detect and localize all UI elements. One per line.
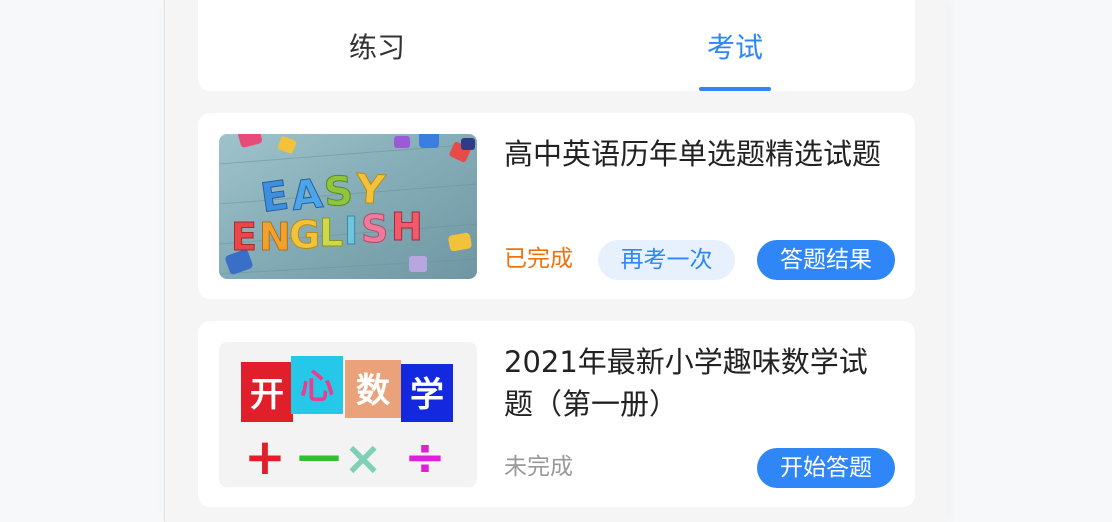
tab-practice[interactable]: 练习 bbox=[198, 0, 556, 91]
tab-practice-label: 练习 bbox=[348, 30, 405, 64]
math-tile-3: 数 bbox=[356, 371, 390, 411]
svg-text:I: I bbox=[344, 209, 358, 253]
divide-symbol: ÷ bbox=[404, 428, 446, 486]
plus-symbol: + bbox=[244, 428, 286, 486]
tab-exam-label: 考试 bbox=[706, 30, 763, 64]
exam-card-math[interactable]: 开 心 数 学 + — × ÷ 2021年最新小学趣味数学试题（第一册） 未完成… bbox=[198, 321, 915, 507]
math-tile-1: 开 bbox=[250, 375, 284, 415]
tab-bar: 练习 考试 bbox=[198, 0, 915, 91]
exam-status-completed: 已完成 bbox=[504, 246, 573, 272]
exam-thumbnail-math: 开 心 数 学 + — × ÷ bbox=[219, 342, 477, 487]
exam-thumbnail-english: E A S Y E N G L I S H bbox=[219, 134, 477, 279]
easy-english-image: E A S Y E N G L I S H bbox=[219, 134, 477, 279]
svg-text:S: S bbox=[361, 207, 388, 251]
app-screen: 练习 考试 E A S Y E N G L I S H 高中英语历年单选题精选试… bbox=[164, 0, 947, 522]
math-tile-2: 心 bbox=[300, 367, 334, 407]
start-exam-button[interactable]: 开始答题 bbox=[757, 448, 895, 488]
svg-text:L: L bbox=[319, 211, 343, 255]
exam-status-incomplete: 未完成 bbox=[504, 454, 573, 480]
retake-exam-button[interactable]: 再考一次 bbox=[598, 240, 735, 280]
happy-math-image: 开 心 数 学 + — × ÷ bbox=[219, 342, 477, 487]
svg-text:N: N bbox=[259, 215, 291, 259]
svg-text:E: E bbox=[231, 215, 257, 259]
times-symbol: × bbox=[344, 431, 383, 485]
exam-title: 2021年最新小学趣味数学试题（第一册） bbox=[504, 345, 868, 421]
active-tab-indicator bbox=[699, 87, 771, 91]
exam-card-english[interactable]: E A S Y E N G L I S H 高中英语历年单选题精选试题 已完成 … bbox=[198, 113, 915, 299]
tab-exam[interactable]: 考试 bbox=[556, 0, 914, 91]
svg-text:H: H bbox=[391, 205, 423, 249]
minus-symbol: — bbox=[297, 430, 341, 481]
svg-text:G: G bbox=[289, 213, 320, 257]
exam-title: 高中英语历年单选题精选试题 bbox=[504, 137, 882, 171]
view-results-button[interactable]: 答题结果 bbox=[757, 240, 895, 280]
math-tile-4: 学 bbox=[410, 375, 444, 415]
